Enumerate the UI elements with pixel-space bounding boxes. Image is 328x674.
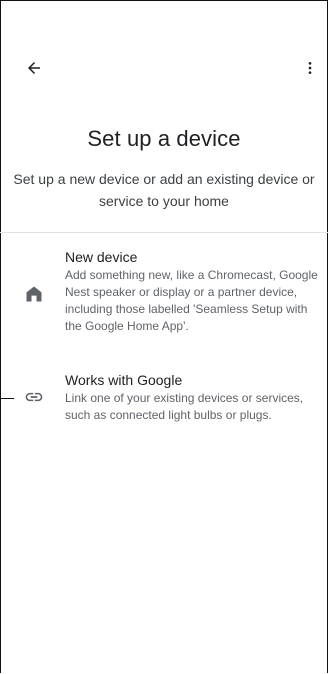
link-icon xyxy=(22,385,46,409)
more-options-button[interactable] xyxy=(298,52,322,84)
arrow-back-icon xyxy=(28,62,40,74)
option-description: Add something new, like a Chromecast, Go… xyxy=(65,268,318,333)
option-text: New device Add something new, like a Chr… xyxy=(65,249,321,335)
app-bar xyxy=(0,52,328,84)
home-icon xyxy=(22,282,46,306)
more-vert-icon xyxy=(308,62,312,74)
option-works-with-google[interactable]: Works with Google Link one of your exist… xyxy=(0,372,328,432)
page-subtitle: Set up a new device or add an existing d… xyxy=(13,171,315,209)
option-title: Works with Google xyxy=(65,372,183,388)
option-title: New device xyxy=(65,249,138,265)
option-description: Link one of your existing devices or ser… xyxy=(65,391,304,422)
option-new-device[interactable]: New device Add something new, like a Chr… xyxy=(0,249,328,349)
divider xyxy=(0,232,328,233)
page-title: Set up a device xyxy=(87,126,241,151)
option-text: Works with Google Link one of your exist… xyxy=(65,372,321,424)
back-button[interactable] xyxy=(18,52,50,84)
